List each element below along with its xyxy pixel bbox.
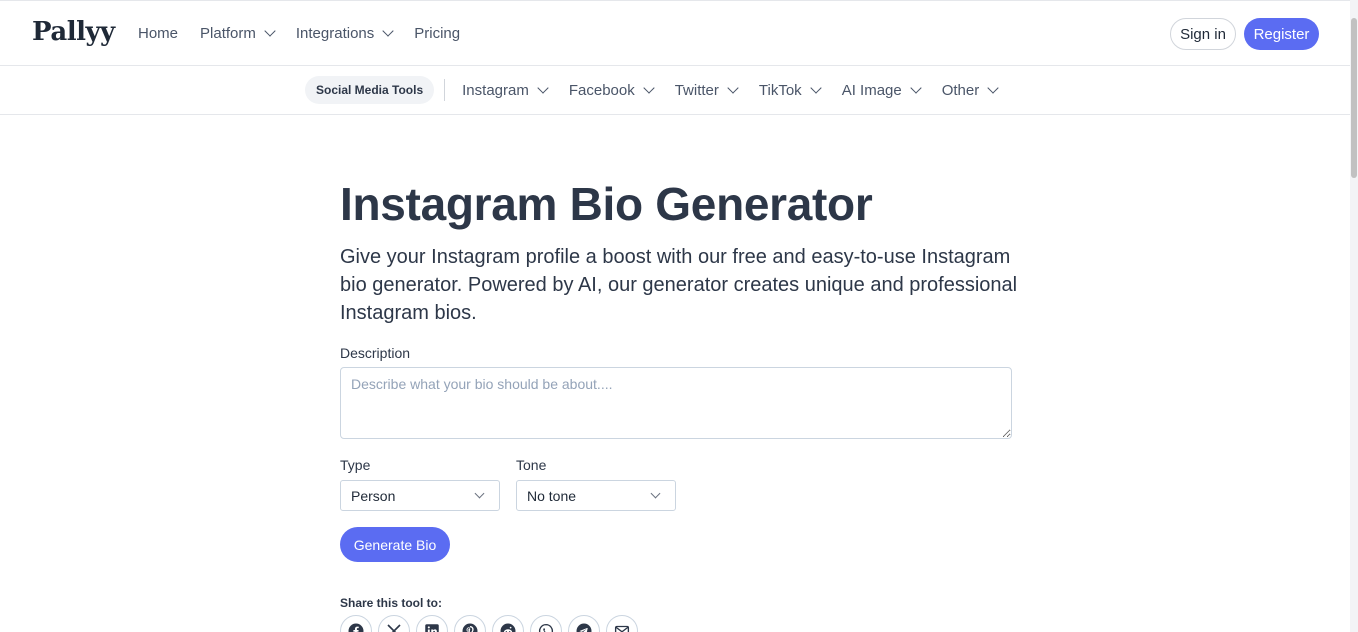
scrollbar-thumb[interactable] [1351,18,1357,178]
nav-integrations[interactable]: Integrations [295,25,394,42]
type-select[interactable]: Person [340,480,500,511]
tone-select-value: No tone [527,487,577,504]
page-description: Give your Instagram profile a boost with… [340,246,1018,324]
chevron-down-icon [910,81,922,94]
subnav-tiktok-label: TikTok [758,81,802,99]
subnav-facebook-label: Facebook [568,81,635,99]
share-reddit-button[interactable] [492,615,524,632]
subnav-tiktok[interactable]: TikTok [758,81,822,99]
pinterest-icon [462,623,478,632]
nav-platform-label: Platform [200,25,256,42]
subnav-ai-image-label: AI Image [841,81,902,99]
share-email-button[interactable] [606,615,638,632]
subnav-twitter-label: Twitter [674,81,719,99]
page-scrollbar[interactable] [1350,0,1358,632]
whatsapp-icon [538,623,554,632]
nav-home[interactable]: Home [138,25,178,42]
tone-label: Tone [516,457,547,473]
top-navbar: Pallyy Home Platform Integrations Pricin… [0,0,1350,66]
chevron-down-icon [537,81,549,94]
main-nav: Home Platform Integrations Pricing [138,25,482,42]
linkedin-icon [425,624,439,632]
description-label: Description [340,345,411,361]
chevron-down-icon [650,488,661,499]
subnav-divider [444,79,446,101]
sign-in-button[interactable]: Sign in [1170,18,1236,50]
generate-bio-button[interactable]: Generate Bio [340,527,450,562]
description-input[interactable] [340,367,1012,439]
chevron-down-icon [727,81,739,94]
x-icon [387,624,401,632]
subnav-twitter[interactable]: Twitter [674,81,739,99]
share-x-button[interactable] [378,615,410,632]
tools-subnav: Social Media Tools Instagram Facebook Tw… [305,76,1019,104]
chevron-down-icon [382,25,394,37]
subnav-instagram[interactable]: Instagram [462,81,549,99]
chevron-down-icon [643,81,655,94]
share-label: Share this tool to: [340,596,442,610]
share-pinterest-button[interactable] [454,615,486,632]
email-icon [614,625,630,632]
type-label: Type [340,457,371,473]
tone-select[interactable]: No tone [516,480,676,511]
facebook-icon [348,623,364,632]
subnav-facebook[interactable]: Facebook [568,81,655,99]
nav-platform[interactable]: Platform [200,25,276,42]
page-title: Instagram Bio Generator [340,178,873,230]
subnav-other-label: Other [941,81,980,99]
register-button[interactable]: Register [1244,18,1319,50]
share-buttons [340,615,644,632]
pallyy-logo[interactable]: Pallyy [32,17,115,47]
share-facebook-button[interactable] [340,615,372,632]
telegram-icon [576,623,592,632]
nav-pricing[interactable]: Pricing [414,25,460,42]
nav-integrations-label: Integrations [295,25,375,42]
share-whatsapp-button[interactable] [530,615,562,632]
chevron-down-icon [810,81,822,94]
social-media-tools-pill[interactable]: Social Media Tools [305,76,435,104]
reddit-icon [500,623,516,632]
subnav-instagram-label: Instagram [462,81,529,99]
chevron-down-icon [474,488,485,499]
type-select-value: Person [351,487,396,504]
chevron-down-icon [264,25,276,37]
share-linkedin-button[interactable] [416,615,448,632]
nav-home-label: Home [138,25,179,42]
share-telegram-button[interactable] [568,615,600,632]
chevron-down-icon [987,81,999,94]
nav-pricing-label: Pricing [414,25,461,42]
subnav-ai-image[interactable]: AI Image [841,81,922,99]
subnav-other[interactable]: Other [941,81,999,99]
tools-subnav-bar: Social Media Tools Instagram Facebook Tw… [0,66,1350,115]
